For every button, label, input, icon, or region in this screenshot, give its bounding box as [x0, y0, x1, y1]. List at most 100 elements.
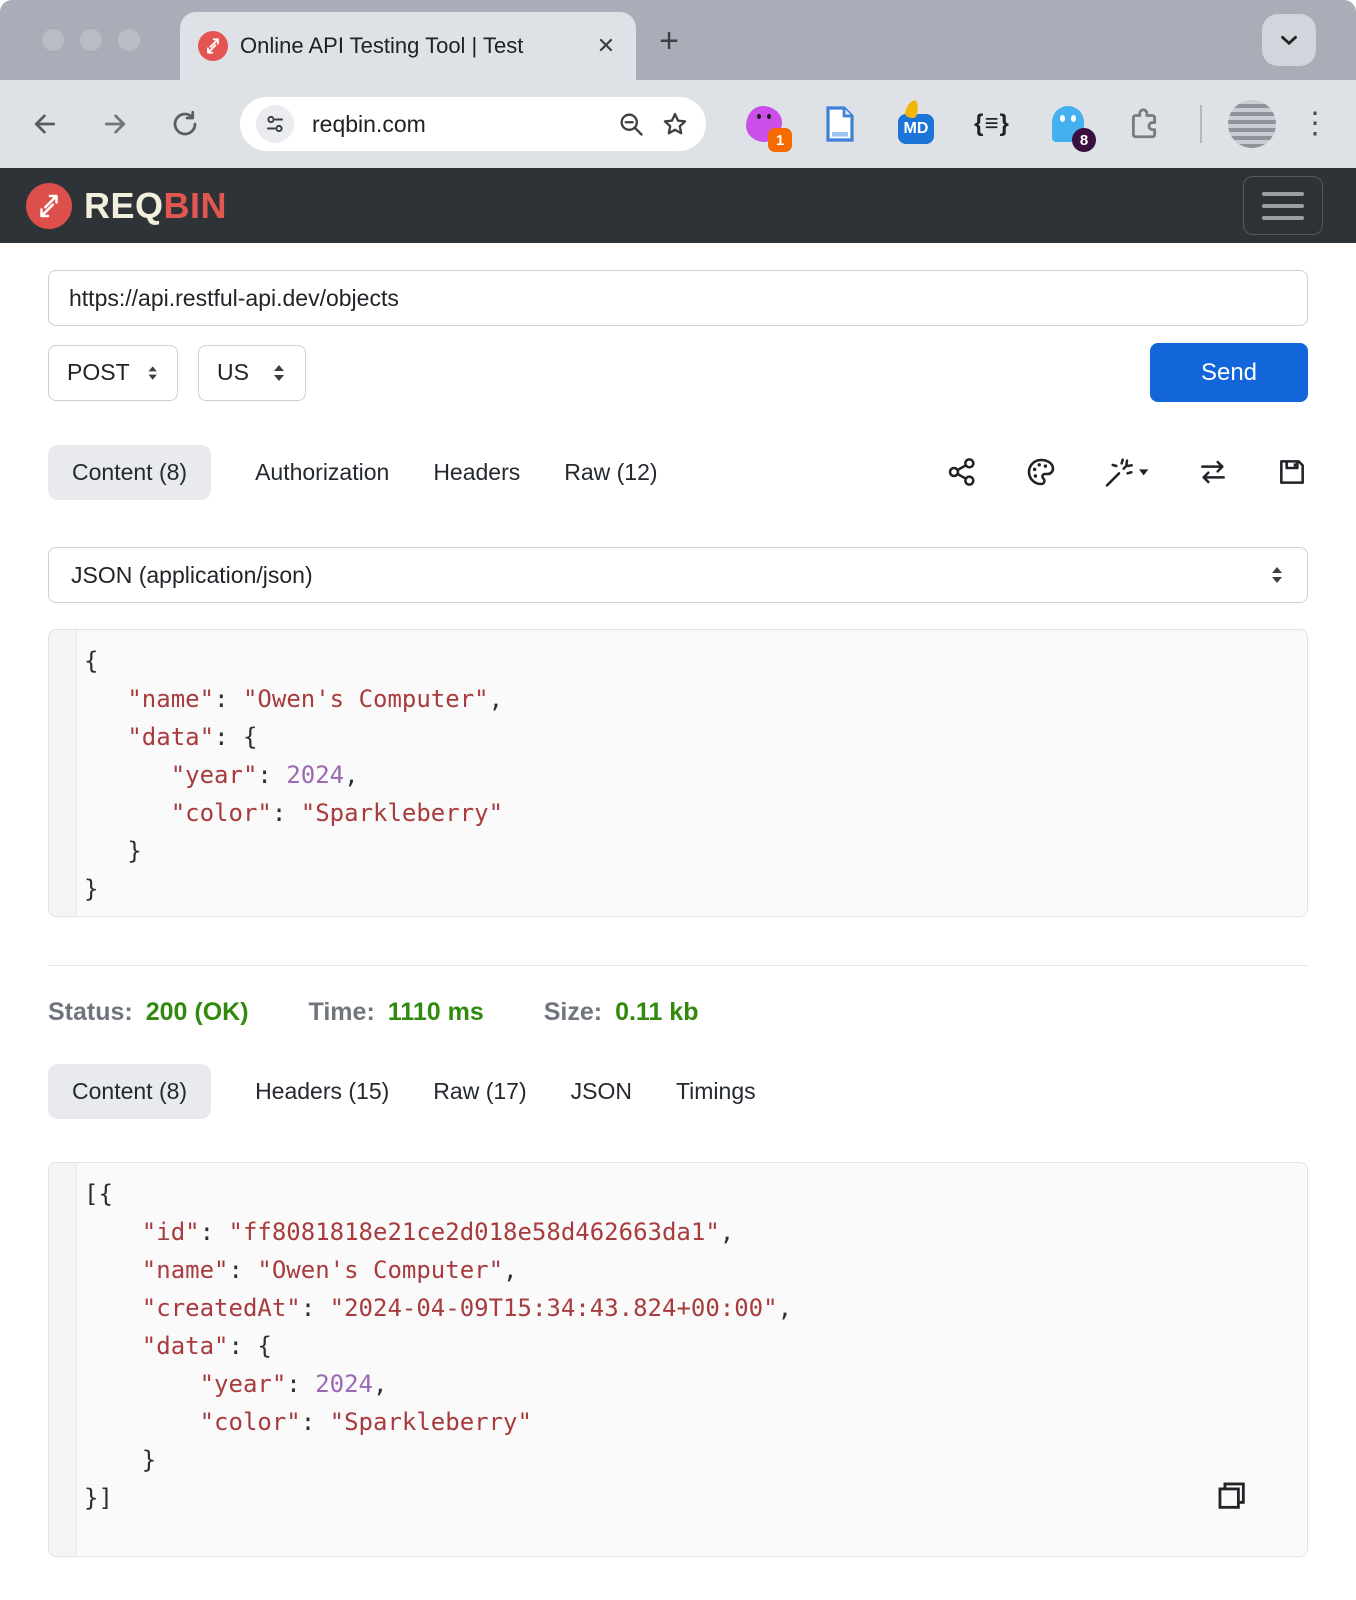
locale-select[interactable]: US	[198, 344, 306, 401]
browser-window: Online API Testing Tool | Test ✕ + reqbi…	[0, 0, 1356, 1600]
size-value: 0.11 kb	[615, 998, 699, 1026]
braces-glyph: {≡}	[974, 110, 1010, 137]
extension-document-icon[interactable]	[818, 102, 862, 146]
tab-authorization[interactable]: Authorization	[255, 445, 389, 500]
response-tabs: Content (8) Headers (15) Raw (17) JSON T…	[48, 1063, 756, 1119]
browser-toolbar: reqbin.com 1 MD {≡} 8 ⋮	[0, 80, 1356, 168]
zoom-out-icon[interactable]	[616, 109, 646, 139]
tab-raw[interactable]: Raw (12)	[564, 445, 657, 500]
extension-markdown-icon[interactable]: MD	[894, 98, 938, 146]
back-button[interactable]	[28, 107, 62, 141]
select-updown-icon	[274, 364, 284, 381]
size-label: Size:	[543, 998, 603, 1026]
content-type-value: JSON (application/json)	[71, 561, 313, 588]
editor-gutter	[49, 630, 77, 916]
select-updown-icon	[148, 365, 157, 380]
request-body-block: { "name": "Owen's Computer", "data": { "…	[48, 629, 1308, 917]
method-select[interactable]: POST	[48, 344, 178, 401]
viewer-gutter	[49, 1163, 77, 1556]
extension-badge: 1	[768, 128, 792, 152]
reqbin-favicon-icon	[198, 31, 228, 61]
content-type-select[interactable]: JSON (application/json)	[48, 547, 1308, 603]
resp-tab-content[interactable]: Content (8)	[48, 1063, 212, 1119]
method-value: POST	[67, 359, 130, 385]
address-bar[interactable]: reqbin.com	[240, 97, 706, 151]
extension-icons: 1 MD {≡} 8	[742, 98, 1166, 152]
extensions-puzzle-button[interactable]	[1122, 102, 1166, 146]
maximize-window-dot[interactable]	[118, 29, 140, 51]
reqbin-logo-icon[interactable]	[26, 182, 72, 229]
theme-palette-button[interactable]	[1025, 456, 1057, 488]
copy-response-button[interactable]	[1212, 1476, 1252, 1516]
tab-title: Online API Testing Tool | Test	[240, 33, 524, 58]
profile-avatar[interactable]	[1228, 100, 1276, 148]
document-icon	[826, 106, 854, 142]
resp-tab-headers[interactable]: Headers (15)	[255, 1064, 389, 1119]
close-window-dot[interactable]	[42, 29, 64, 51]
menu-hamburger-button[interactable]	[1243, 176, 1323, 235]
extension-badge: 8	[1072, 128, 1096, 152]
md-icon: MD	[898, 114, 934, 144]
browser-tab-strip: Online API Testing Tool | Test ✕ +	[0, 0, 1356, 80]
status-stat: Status: 200 (OK)	[48, 998, 249, 1027]
response-body-viewer[interactable]: [{ "id": "ff8081818e21ce2d018e58d462663d…	[77, 1163, 1307, 1556]
request-body-editor[interactable]: { "name": "Owen's Computer", "data": { "…	[77, 630, 1307, 916]
time-stat: Time: 1110 ms	[309, 998, 484, 1027]
reload-icon	[173, 110, 197, 136]
toolbar-divider	[1200, 105, 1202, 143]
request-tabs: Content (8) Authorization Headers Raw (1…	[48, 444, 658, 500]
request-tabs-row: Content (8) Authorization Headers Raw (1…	[48, 444, 1308, 500]
new-tab-button[interactable]: +	[650, 22, 688, 60]
response-body-block: [{ "id": "ff8081818e21ce2d018e58d462663d…	[48, 1162, 1308, 1557]
copy-icon	[1218, 1482, 1245, 1509]
send-button[interactable]: Send	[1150, 343, 1308, 402]
address-url[interactable]: reqbin.com	[312, 111, 602, 138]
puzzle-icon	[1131, 108, 1157, 139]
swap-convert-button[interactable]	[1197, 456, 1229, 488]
tab-close-icon[interactable]: ✕	[592, 32, 620, 60]
status-label: Status:	[48, 998, 133, 1026]
chevron-down-icon	[1281, 35, 1297, 46]
tab-title-fade	[540, 12, 590, 80]
window-controls[interactable]	[42, 29, 140, 51]
minimize-window-dot[interactable]	[80, 29, 102, 51]
response-tabs-row: Content (8) Headers (15) Raw (17) JSON T…	[48, 1063, 1308, 1119]
main-content: POST US Send Content (8) Authorization H…	[0, 243, 1356, 1557]
size-stat: Size: 0.11 kb	[544, 998, 699, 1027]
site-settings-icon[interactable]	[256, 105, 294, 143]
forward-arrow-icon	[104, 114, 126, 134]
extension-braces-icon[interactable]: {≡}	[970, 102, 1014, 146]
reload-button[interactable]	[168, 107, 202, 141]
browser-menu-icon[interactable]: ⋮	[1300, 109, 1330, 139]
tab-headers[interactable]: Headers	[433, 445, 520, 500]
locale-value: US	[217, 359, 249, 385]
resp-tab-raw[interactable]: Raw (17)	[433, 1064, 526, 1119]
extension-blob-icon[interactable]: 1	[742, 102, 792, 152]
forward-button[interactable]	[98, 107, 132, 141]
request-action-icons	[946, 456, 1308, 488]
resp-tab-json[interactable]: JSON	[571, 1064, 632, 1119]
tab-content[interactable]: Content (8)	[48, 444, 212, 500]
status-value: 200 (OK)	[145, 998, 249, 1026]
time-value: 1110 ms	[387, 998, 484, 1026]
bookmark-star-icon[interactable]	[660, 109, 690, 139]
select-updown-icon	[1272, 567, 1282, 583]
content-type-row: JSON (application/json)	[48, 547, 1308, 603]
share-button[interactable]	[946, 456, 978, 488]
method-row: POST US Send	[48, 343, 1308, 402]
brand-bin: BIN	[163, 184, 228, 226]
reqbin-header: REQBIN	[0, 168, 1356, 243]
response-status-row: Status: 200 (OK) Time: 1110 ms Size: 0.1…	[48, 998, 1308, 1027]
brand-req: REQ	[84, 184, 164, 226]
browser-tab[interactable]: Online API Testing Tool | Test ✕	[180, 12, 636, 80]
time-label: Time:	[308, 998, 375, 1026]
generate-code-button[interactable]	[1104, 456, 1150, 488]
tab-search-button[interactable]	[1262, 14, 1316, 66]
save-button[interactable]	[1276, 456, 1308, 488]
section-divider	[48, 965, 1308, 966]
extension-ghost-icon[interactable]: 8	[1046, 102, 1096, 152]
resp-tab-timings[interactable]: Timings	[676, 1064, 756, 1119]
request-url-input[interactable]	[48, 270, 1308, 326]
reqbin-brand[interactable]: REQBIN	[84, 185, 227, 227]
back-arrow-icon	[34, 114, 56, 134]
